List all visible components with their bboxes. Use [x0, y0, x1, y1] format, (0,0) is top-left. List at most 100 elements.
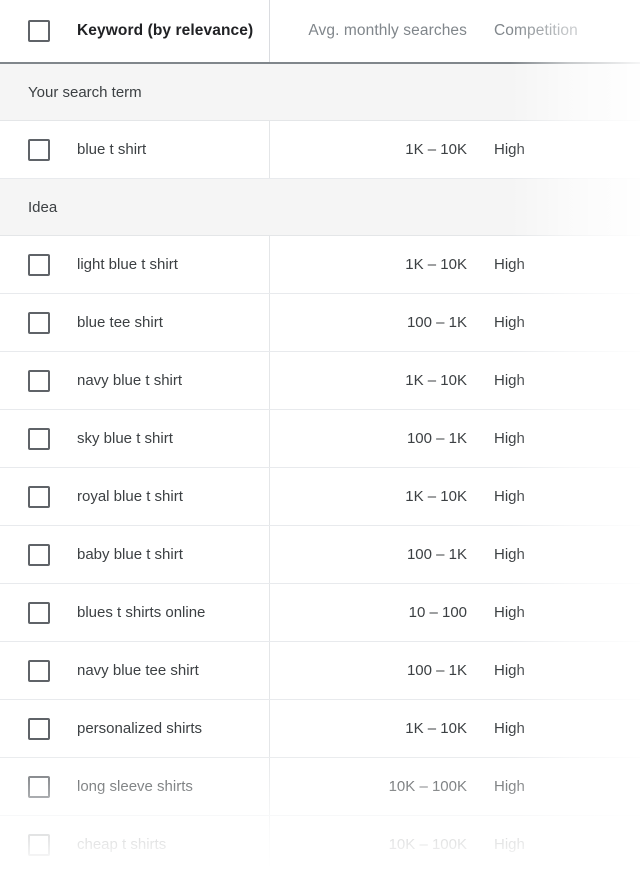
cell-competition: High — [482, 121, 640, 178]
searches-text: 1K – 10K — [405, 141, 467, 158]
table-row[interactable]: sky blue t shirt 100 – 1K High — [0, 410, 640, 468]
table-row[interactable]: navy blue t shirt 1K – 10K High — [0, 352, 640, 410]
keyword-text: light blue t shirt — [77, 256, 178, 273]
table-row[interactable]: blue tee shirt 100 – 1KHigh — [0, 294, 640, 352]
searches-text: 100 – 1K — [407, 430, 467, 447]
row-checkbox[interactable] — [28, 370, 50, 392]
checkbox-unchecked-icon — [28, 660, 50, 682]
cell-searches: 10K – 100K — [270, 758, 482, 815]
row-checkbox[interactable] — [28, 834, 50, 856]
searches-text: 10K – 100K — [389, 778, 467, 795]
checkbox-unchecked-icon — [28, 139, 50, 161]
table-row[interactable]: baby blue t shirt 100 – 1K High — [0, 526, 640, 584]
cell-searches: 1K – 10K — [270, 700, 482, 757]
checkbox-unchecked-icon — [28, 544, 50, 566]
cell-keyword[interactable]: light blue t shirt — [0, 236, 270, 293]
cell-keyword[interactable]: blue tee shirt — [0, 294, 270, 351]
cell-competition: High — [482, 584, 640, 641]
keyword-text: long sleeve shirts — [77, 778, 193, 795]
competition-text: High — [494, 604, 525, 621]
header-cell-keyword[interactable]: Keyword (by relevance) — [0, 0, 270, 62]
column-divider-1 — [269, 64, 270, 120]
checkbox-unchecked-icon — [28, 776, 50, 798]
row-checkbox[interactable] — [28, 602, 50, 624]
table-row[interactable]: blues t shirts online 10 – 100 High — [0, 584, 640, 642]
cell-competition: High — [482, 468, 640, 525]
header-cell-competition[interactable]: Competition — [482, 0, 640, 62]
keyword-text: blue tee shirt — [77, 314, 163, 331]
cell-searches: 100 – 1K — [270, 642, 482, 699]
row-checkbox[interactable] — [28, 544, 50, 566]
section-header-row: Idea — [0, 179, 640, 236]
competition-text: High — [494, 141, 525, 158]
competition-text: High — [494, 488, 525, 505]
cell-keyword[interactable]: blue t shirt — [0, 121, 270, 178]
competition-text: High — [494, 778, 525, 795]
row-checkbox[interactable] — [28, 660, 50, 682]
keyword-text: personalized shirts — [77, 720, 202, 737]
row-checkbox[interactable] — [28, 776, 50, 798]
header-label-competition: Competition — [494, 22, 578, 40]
competition-text: High — [494, 430, 525, 447]
row-checkbox[interactable] — [28, 139, 50, 161]
cell-keyword[interactable]: blues t shirts online — [0, 584, 270, 641]
searches-text: 10K – 100K — [389, 836, 467, 853]
cell-keyword[interactable]: cheap t shirts — [0, 816, 270, 869]
cell-competition: High — [482, 236, 640, 293]
table-row[interactable]: navy blue tee shirt 100 – 1K High — [0, 642, 640, 700]
cell-keyword[interactable]: long sleeve shirts — [0, 758, 270, 815]
competition-text: High — [494, 662, 525, 679]
checkbox-unchecked-icon — [28, 370, 50, 392]
searches-text: 1K – 10K — [405, 256, 467, 273]
checkbox-unchecked-icon — [28, 602, 50, 624]
row-checkbox[interactable] — [28, 428, 50, 450]
select-all-checkbox[interactable] — [28, 20, 50, 42]
row-checkbox[interactable] — [28, 312, 50, 334]
checkbox-unchecked-icon — [28, 20, 50, 42]
cell-competition: High — [482, 642, 640, 699]
table-row[interactable]: cheap t shirts 10K – 100K High — [0, 816, 640, 869]
keyword-text: baby blue t shirt — [77, 546, 183, 563]
table-row[interactable]: light blue t shirt 1K – 10K High — [0, 236, 640, 294]
competition-text: High — [494, 372, 525, 389]
cell-searches: 100 – 1K — [270, 526, 482, 583]
searches-text: 10 – 100 — [409, 604, 467, 621]
keyword-text: blues t shirts online — [77, 604, 205, 621]
searches-text: 1K – 10K — [405, 720, 467, 737]
competition-text: High — [494, 546, 525, 563]
cell-searches: 1K – 10K — [270, 468, 482, 525]
table-header-row: Keyword (by relevance) Avg. monthly sear… — [0, 0, 640, 64]
cell-keyword[interactable]: baby blue t shirt — [0, 526, 270, 583]
checkbox-unchecked-icon — [28, 486, 50, 508]
cell-competition: High — [482, 526, 640, 583]
searches-text: 1K – 10K — [405, 372, 467, 389]
competition-text: High — [494, 836, 525, 853]
checkbox-unchecked-icon — [28, 428, 50, 450]
column-divider-1 — [269, 179, 270, 235]
row-checkbox[interactable] — [28, 486, 50, 508]
header-label-searches: Avg. monthly searches — [308, 22, 467, 40]
header-cell-searches[interactable]: Avg. monthly searches — [270, 0, 482, 62]
table-row[interactable]: blue t shirt 1K – 10K High — [0, 121, 640, 179]
section-title: Your search term — [28, 84, 142, 101]
row-checkbox[interactable] — [28, 718, 50, 740]
table-row[interactable]: royal blue t shirt 1K – 10K High — [0, 468, 640, 526]
cell-keyword[interactable]: royal blue t shirt — [0, 468, 270, 525]
searches-text: 1K – 10K — [405, 488, 467, 505]
cell-keyword[interactable]: navy blue t shirt — [0, 352, 270, 409]
cell-searches: 10 – 100 — [270, 584, 482, 641]
table-body: Your search term blue t shirt 1K – 10K High… — [0, 64, 640, 869]
cell-searches: 1K – 10K — [270, 121, 482, 178]
keyword-text: blue t shirt — [77, 141, 146, 158]
table-row[interactable]: personalized shirts 1K – 10K High — [0, 700, 640, 758]
cell-keyword[interactable]: navy blue tee shirt — [0, 642, 270, 699]
cell-competition: High — [482, 294, 640, 351]
cell-keyword[interactable]: sky blue t shirt — [0, 410, 270, 467]
cell-keyword[interactable]: personalized shirts — [0, 700, 270, 757]
table-row[interactable]: long sleeve shirts 10K – 100K High — [0, 758, 640, 816]
cell-competition: High — [482, 352, 640, 409]
cell-searches: 100 – 1K — [270, 294, 482, 351]
cell-competition: High — [482, 700, 640, 757]
row-checkbox[interactable] — [28, 254, 50, 276]
searches-text: 100 – 1K — [407, 662, 467, 679]
